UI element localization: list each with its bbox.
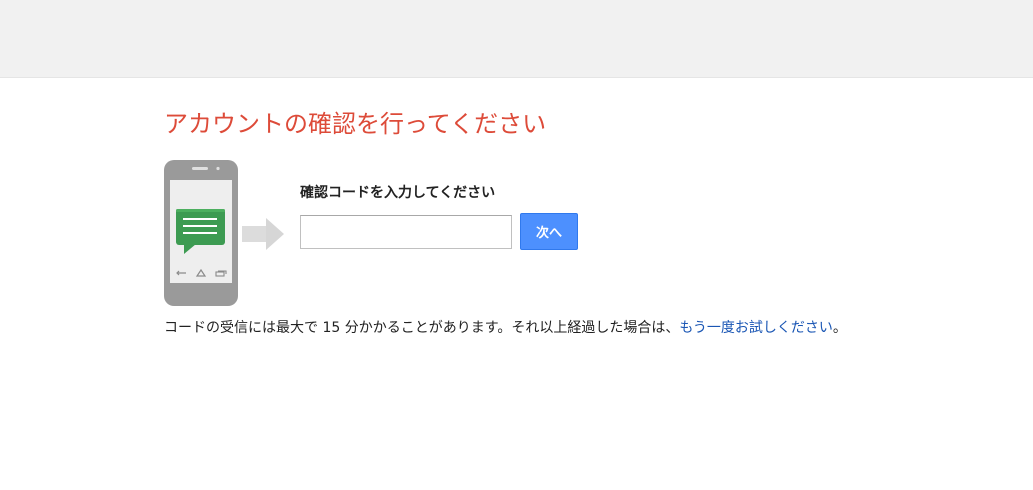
code-prompt-label: 確認コードを入力してください <box>300 185 496 201</box>
arrow-right-icon <box>242 218 284 250</box>
code-input-row: 次へ <box>300 213 578 250</box>
verification-code-input[interactable] <box>300 214 512 249</box>
verification-form: 確認コードを入力してください 次へ <box>300 182 578 250</box>
info-message: コードの受信には最大で 15 分かかることがあります。それ以上経過した場合は、 <box>164 320 680 336</box>
top-bar <box>0 0 1033 78</box>
retry-link[interactable]: もう一度お試しください <box>679 320 833 336</box>
info-text: コードの受信には最大で 15 分かかることがあります。それ以上経過した場合は、も… <box>164 317 847 337</box>
phone-illustration <box>164 160 284 306</box>
page-title: アカウントの確認を行ってください <box>164 110 547 138</box>
next-button[interactable]: 次へ <box>520 213 578 250</box>
info-trailing: 。 <box>832 320 847 336</box>
